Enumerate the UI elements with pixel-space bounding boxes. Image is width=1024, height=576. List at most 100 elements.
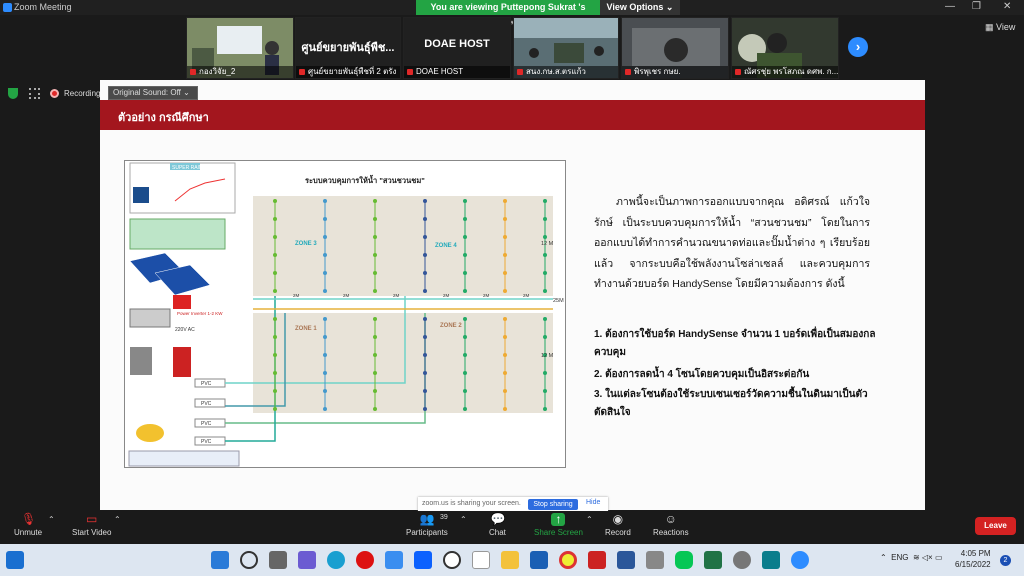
sprinkler-head <box>503 335 507 339</box>
mail-icon[interactable] <box>385 551 403 569</box>
chevron-up-icon[interactable]: ⌃ <box>114 515 121 524</box>
slide-header-bar: ตัวอย่าง กรณีศึกษา <box>100 100 925 130</box>
game-icon[interactable] <box>588 551 606 569</box>
sprinkler-head <box>373 199 377 203</box>
chevron-up-icon[interactable]: ⌃ <box>48 515 55 524</box>
sprinkler-head <box>373 389 377 393</box>
system-tray[interactable]: ⌃ ENG ≋ ◁× ▭ <box>880 553 943 562</box>
pvc-label: PVC <box>201 439 212 445</box>
edge-icon[interactable] <box>327 551 345 569</box>
language-indicator: ENG <box>891 553 909 562</box>
view-options-button[interactable]: View Options ⌄ <box>600 0 680 15</box>
sprinkler-head <box>273 317 277 321</box>
record-button[interactable]: ◉ Record <box>605 513 631 538</box>
participant-tile[interactable]: กองวิจัย_2 <box>186 17 294 79</box>
sprinkler-head <box>323 217 327 221</box>
sprinkler-head <box>543 253 547 257</box>
chrome-icon[interactable] <box>559 551 577 569</box>
opera-icon[interactable] <box>356 551 374 569</box>
zone-label: ZONE 4 <box>435 243 457 249</box>
sprinkler-head <box>503 199 507 203</box>
desktop-icon[interactable] <box>6 551 24 569</box>
step-item: 1. ต้องการใช้บอร์ด HandySense จำนวน 1 บอ… <box>594 329 876 358</box>
dimension-label: 25M <box>553 298 564 304</box>
stop-sharing-button[interactable]: Stop sharing <box>528 499 578 510</box>
sprinkler-head <box>463 271 467 275</box>
unmute-button[interactable]: 🎙 Unmute <box>14 513 42 538</box>
participant-tile[interactable]: ณัศรชุ่ย พรโสภณ ดศพ. ก... <box>731 17 839 79</box>
sprinkler-head <box>503 289 507 293</box>
sprinkler-head <box>503 217 507 221</box>
word-icon[interactable] <box>617 551 635 569</box>
chat-button[interactable]: 💬 Chat <box>489 513 506 538</box>
arduino-icon[interactable] <box>762 551 780 569</box>
paragraph-text: ภาพนี้จะเป็นภาพการออกแบบจากคุณ อดิศรณ์ แ… <box>594 196 870 290</box>
leave-button[interactable]: Leave <box>975 517 1016 535</box>
chevron-up-icon[interactable]: ⌃ <box>586 515 593 524</box>
participant-tile[interactable]: พิรพุเชร กษย. <box>621 17 729 79</box>
zoom-icon[interactable] <box>791 551 809 569</box>
sprinkler-head <box>373 217 377 221</box>
clock[interactable]: 4:05 PM 6/15/2022 <box>955 548 991 570</box>
distance-label: 2M <box>443 293 450 298</box>
sprinkler-head <box>373 335 377 339</box>
search-icon[interactable] <box>240 551 258 569</box>
sprinkler-head <box>323 335 327 339</box>
sprinkler-head <box>543 199 547 203</box>
recording-label: Recording <box>64 89 101 98</box>
teams-icon[interactable] <box>298 551 316 569</box>
line-icon[interactable] <box>675 551 693 569</box>
pvc-label: PVC <box>201 401 212 407</box>
task-view-icon[interactable] <box>269 551 287 569</box>
chevron-up-icon[interactable]: ⌃ <box>460 515 467 524</box>
share-screen-label: Share Screen <box>534 528 583 537</box>
dropbox-icon[interactable] <box>414 551 432 569</box>
view-label: View <box>996 22 1016 32</box>
sprinkler-head <box>463 289 467 293</box>
next-page-button[interactable]: › <box>848 37 868 57</box>
gallery-grid-icon[interactable] <box>29 88 40 99</box>
sprinkler-head <box>373 371 377 375</box>
sprinkler-head <box>273 253 277 257</box>
participant-tile[interactable]: DOAE HOST DOAE HOST <box>403 17 511 79</box>
view-options-label: View Options <box>606 2 664 12</box>
notification-badge[interactable]: 2 <box>1000 555 1011 566</box>
sprinkler-head <box>423 335 427 339</box>
sprinkler-head <box>323 253 327 257</box>
start-video-button[interactable]: ▭ Start Video <box>72 513 111 538</box>
restore-icon[interactable]: ❐ <box>972 1 981 12</box>
sprinkler-head <box>463 335 467 339</box>
minimize-icon[interactable]: — <box>945 1 955 12</box>
sprinkler-head <box>543 217 547 221</box>
participant-tile[interactable]: สนง.กษ.ส.ตรแก้ว <box>513 17 619 79</box>
app-icon[interactable] <box>646 551 664 569</box>
excel-icon[interactable] <box>704 551 722 569</box>
original-sound-label: Original Sound: Off <box>113 88 181 97</box>
distance-label: 2M <box>523 293 530 298</box>
sprinkler-head <box>273 289 277 293</box>
share-screen-button[interactable]: ↑ Share Screen <box>534 513 583 538</box>
sprinkler-head <box>463 353 467 357</box>
settings-icon[interactable] <box>733 551 751 569</box>
sprinkler-head <box>273 389 277 393</box>
start-icon[interactable] <box>211 551 229 569</box>
sprinkler-head <box>323 235 327 239</box>
participant-name: กองวิจัย_2 <box>187 66 293 78</box>
view-button[interactable]: ▦ View <box>985 22 1015 33</box>
original-sound-toggle[interactable]: Original Sound: Off ⌄ <box>108 86 198 100</box>
file-icon[interactable] <box>472 551 490 569</box>
folder-icon[interactable] <box>501 551 519 569</box>
participant-tile[interactable]: ศูนย์ขยายพันธุ์พืช... ศูนย์ขยายพันธุ์พืช… <box>295 17 401 79</box>
pvc-label: PVC <box>201 381 212 387</box>
security-shield-icon[interactable] <box>8 88 18 99</box>
browser-icon[interactable] <box>443 551 461 569</box>
sprinkler-head <box>373 289 377 293</box>
slide-paragraph: ภาพนี้จะเป็นภาพการออกแบบจากคุณ อดิศรณ์ แ… <box>594 192 870 295</box>
chevron-down-icon: ⌄ <box>665 2 674 12</box>
slide-header-title: ตัวอย่าง กรณีศึกษา <box>118 112 209 124</box>
ac-label: 220V AC <box>175 327 195 333</box>
reactions-button[interactable]: ☺ Reactions <box>653 513 689 538</box>
close-icon[interactable]: ✕ <box>1003 1 1011 12</box>
hide-link[interactable]: Hide <box>586 499 600 506</box>
app-icon[interactable] <box>530 551 548 569</box>
